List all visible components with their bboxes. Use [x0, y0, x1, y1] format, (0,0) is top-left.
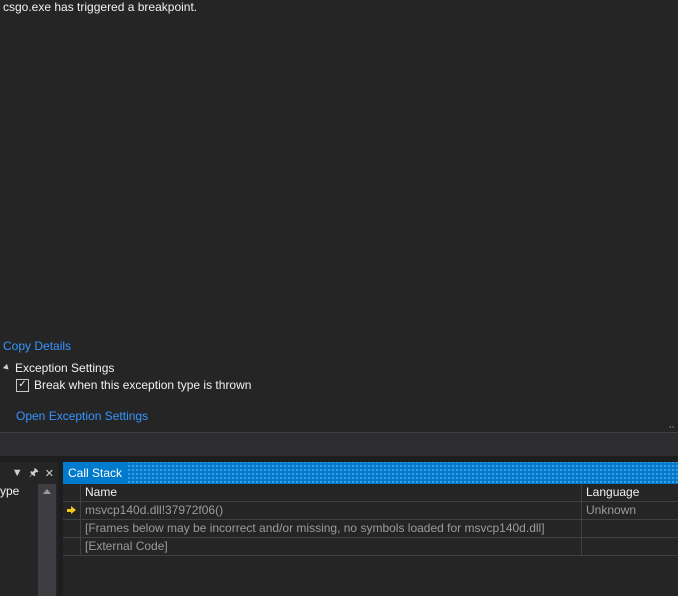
table-row[interactable]: [Frames below may be incorrect and/or mi…: [63, 520, 678, 538]
left-column-header[interactable]: ype: [0, 484, 38, 502]
exception-helper-popup: csgo.exe has triggered a breakpoint. Cop…: [0, 0, 678, 432]
collapse-triangle-icon[interactable]: [2, 363, 11, 372]
call-stack-title: Call Stack: [63, 462, 129, 484]
break-on-throw-label: Break when this exception type is thrown: [34, 378, 252, 392]
left-tool-window: ▼ 🖈 ✕ ype: [0, 462, 58, 596]
call-stack-table: Name Language msvcp140d.dll!37972f06() U…: [63, 484, 678, 556]
break-on-throw-checkbox[interactable]: ✓: [16, 378, 29, 392]
frame-language[interactable]: [582, 520, 678, 537]
frame-language[interactable]: [582, 538, 678, 555]
call-stack-window: Call Stack Name Language msvcp140d.dll!3…: [63, 462, 678, 596]
resize-grip-icon[interactable]: ⠠⠄: [666, 421, 677, 430]
close-icon[interactable]: ✕: [45, 467, 54, 480]
current-frame-arrow-icon: [67, 506, 76, 515]
left-scrollbar[interactable]: [38, 484, 56, 596]
table-row[interactable]: msvcp140d.dll!37972f06() Unknown: [63, 502, 678, 520]
frame-icon-cell: [63, 538, 81, 555]
current-frame-cell: [63, 502, 81, 519]
pin-icon[interactable]: 🖈: [29, 464, 39, 483]
header-icon-cell: [63, 484, 81, 501]
column-header-language[interactable]: Language: [582, 484, 678, 501]
table-row[interactable]: [External Code]: [63, 538, 678, 556]
frame-icon-cell: [63, 520, 81, 537]
break-on-throw-row[interactable]: ✓ Break when this exception type is thro…: [16, 378, 251, 392]
call-stack-title-bar[interactable]: Call Stack: [63, 462, 678, 484]
table-header-row: Name Language: [63, 484, 678, 502]
frame-name[interactable]: [External Code]: [81, 538, 582, 555]
exception-settings-title: Exception Settings: [15, 361, 115, 375]
column-header-name[interactable]: Name: [81, 484, 582, 501]
frame-name[interactable]: [Frames below may be incorrect and/or mi…: [81, 520, 582, 537]
exception-settings-header[interactable]: Exception Settings: [2, 361, 115, 375]
scroll-up-icon[interactable]: [43, 489, 51, 494]
left-pane-toolbar: ▼ 🖈 ✕: [0, 462, 58, 484]
open-exception-settings-link[interactable]: Open Exception Settings: [16, 409, 148, 423]
exception-message: csgo.exe has triggered a breakpoint.: [3, 0, 198, 14]
copy-details-link[interactable]: Copy Details: [3, 339, 71, 353]
frame-language[interactable]: Unknown: [582, 502, 678, 519]
editor-gap: [0, 432, 678, 457]
frame-name[interactable]: msvcp140d.dll!37972f06(): [81, 502, 582, 519]
dropdown-icon[interactable]: ▼: [12, 467, 23, 479]
